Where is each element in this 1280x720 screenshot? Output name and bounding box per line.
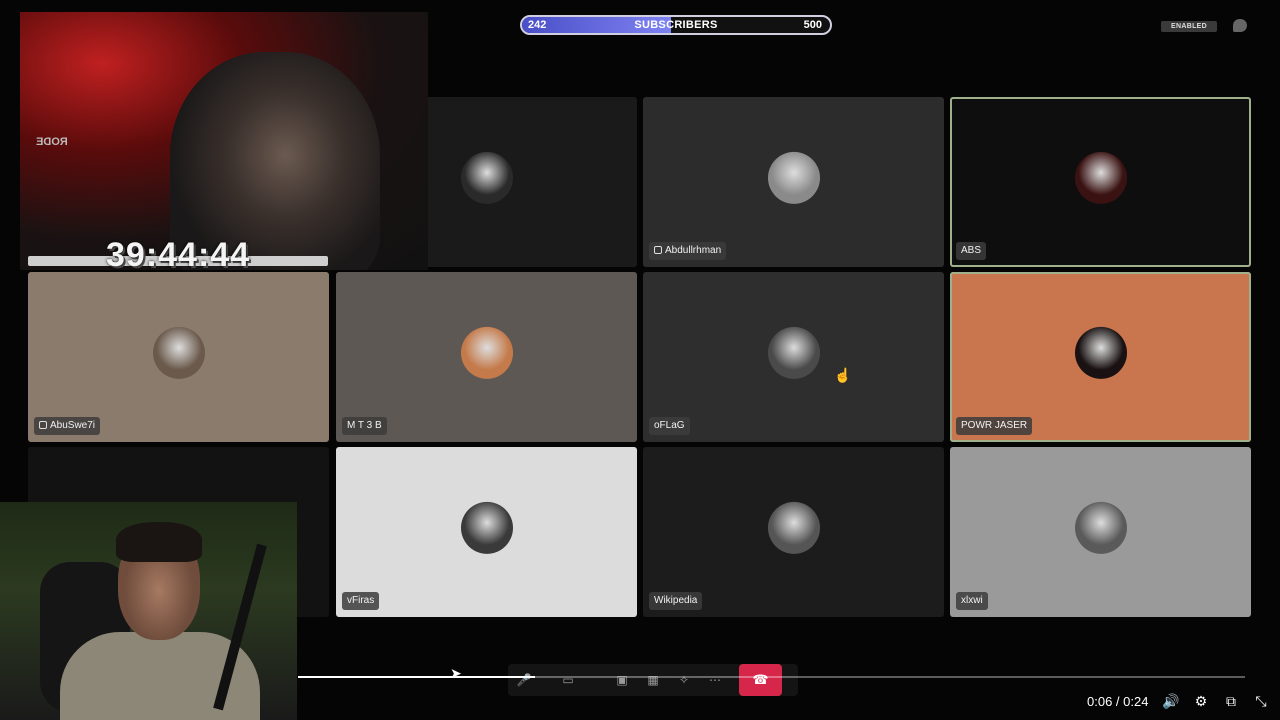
grid-view-icon[interactable]: ▦ [645, 672, 661, 688]
participant-tile[interactable]: M T 3 B [336, 272, 637, 442]
volume-icon[interactable]: 🔊 [1162, 692, 1180, 710]
participant-name: xlxwi [956, 592, 988, 610]
participant-name-text: xlxwi [961, 595, 983, 606]
screen-share-icon[interactable]: ▣ [614, 672, 630, 688]
participant-avatar [1074, 151, 1127, 204]
participant-tile[interactable]: POWR JASER [950, 272, 1251, 442]
video-time: 0:06 / 0:24 [1087, 694, 1149, 709]
participant-avatar [460, 326, 513, 379]
participant-name-text: vFiras [347, 595, 375, 606]
video-progress-fill [298, 676, 535, 678]
popout-icon[interactable]: ⧉ [1222, 692, 1240, 710]
participant-name-text: POWR JASER [961, 420, 1028, 431]
participant-avatar [460, 151, 513, 204]
participant-tile[interactable]: Abdullrhman [643, 97, 944, 267]
participant-avatar [767, 326, 820, 379]
stream-timer: 39:44:44 [106, 236, 251, 274]
chat-icon[interactable] [1233, 19, 1247, 32]
participant-name: vFiras [342, 592, 380, 610]
participant-avatar [1074, 501, 1127, 554]
participant-name-text: ABS [961, 245, 982, 256]
participant-name-text: M T 3 B [347, 420, 382, 431]
subscriber-label: SUBSCRIBERS [634, 19, 718, 31]
participant-name-text: Abdullrhman [665, 245, 722, 256]
participant-avatar [1074, 326, 1127, 379]
settings-icon[interactable]: ⚙ [1192, 692, 1210, 710]
muted-mic-icon [654, 246, 662, 254]
streamer-webcam: RODE [20, 12, 428, 270]
camera-off-icon[interactable]: ▭ [560, 672, 576, 688]
status-badge: ENABLED [1161, 21, 1217, 32]
participant-avatar [460, 501, 513, 554]
hand-cursor-icon: ☝ [834, 367, 852, 383]
reactor-hair [116, 522, 202, 562]
participant-name-text: AbuSwe7i [50, 420, 96, 431]
participant-tile[interactable]: AbuSwe7i [28, 272, 329, 442]
more-icon[interactable]: ⋯ [707, 672, 723, 688]
subscriber-goal-bar: 242 SUBSCRIBERS 500 [520, 15, 832, 35]
mic-brand-label: RODE [36, 136, 68, 148]
pointer-cursor-icon: ➤ [450, 665, 462, 681]
participant-name: ABS [956, 242, 987, 260]
participant-name: M T 3 B [342, 417, 387, 435]
reactor-webcam [0, 502, 297, 720]
subscriber-goal: 500 [803, 19, 822, 31]
participant-avatar [767, 501, 820, 554]
participant-name: Abdullrhman [649, 242, 727, 260]
participant-name: AbuSwe7i [34, 417, 101, 435]
muted-mic-icon [39, 421, 47, 429]
participant-name: POWR JASER [956, 417, 1033, 435]
participant-name-text: oFLaG [654, 420, 685, 431]
participant-name: oFLaG [649, 417, 690, 435]
participant-tile[interactable]: ABS [950, 97, 1251, 267]
participant-name: Wikipedia [649, 592, 703, 610]
video-progress-bar[interactable] [298, 676, 1245, 678]
participant-name-text: Wikipedia [654, 595, 698, 606]
participant-tile[interactable]: Wikipedia [643, 447, 944, 617]
participant-tile[interactable]: vFiras [336, 447, 637, 617]
effects-icon[interactable]: ✧ [676, 672, 692, 688]
participant-tile[interactable]: xlxwi [950, 447, 1251, 617]
participant-tile[interactable]: oFLaG [643, 272, 944, 442]
mic-icon[interactable]: 🎤 [516, 672, 532, 688]
participant-avatar [767, 151, 820, 204]
end-call-button[interactable]: ☎ [739, 664, 782, 696]
exit-fullscreen-icon[interactable]: ⤡ [1252, 692, 1270, 710]
participant-avatar [152, 326, 205, 379]
